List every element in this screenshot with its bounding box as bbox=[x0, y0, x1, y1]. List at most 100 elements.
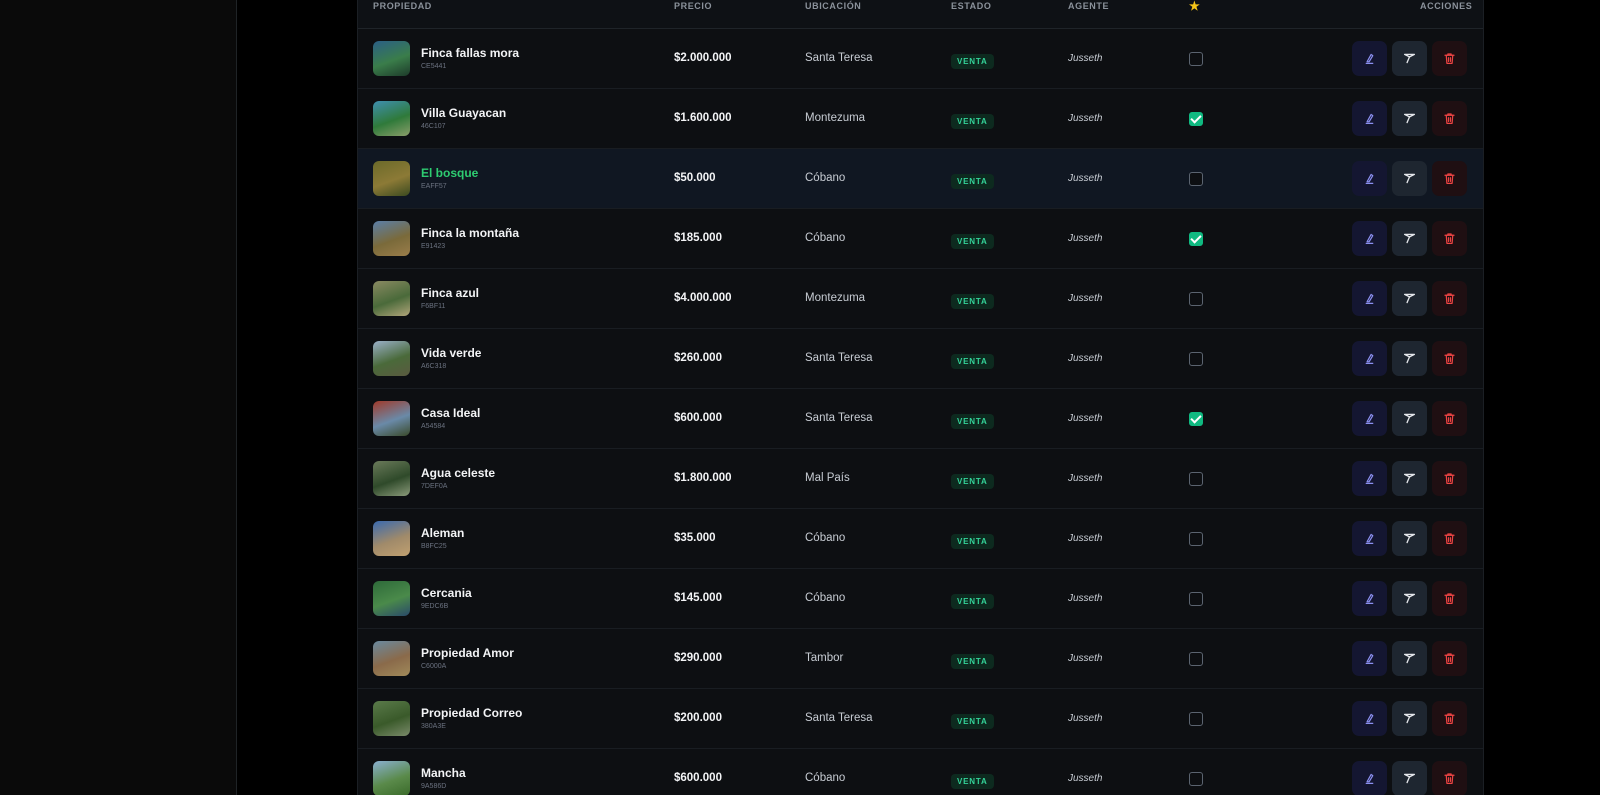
edit-button[interactable] bbox=[1352, 581, 1387, 616]
delete-button[interactable] bbox=[1432, 41, 1467, 76]
property-name[interactable]: Finca fallas mora bbox=[421, 46, 519, 60]
delete-button[interactable] bbox=[1432, 401, 1467, 436]
header-property[interactable]: PROPIEDAD bbox=[373, 0, 432, 12]
property-name[interactable]: Finca azul bbox=[421, 286, 479, 300]
featured-checkbox[interactable] bbox=[1189, 592, 1203, 606]
property-thumbnail[interactable] bbox=[373, 101, 410, 136]
table-row[interactable]: Propiedad Correo 380A3E $200.000 Santa T… bbox=[358, 689, 1483, 749]
featured-checkbox[interactable] bbox=[1189, 472, 1203, 486]
property-thumbnail[interactable] bbox=[373, 401, 410, 436]
edit-button[interactable] bbox=[1352, 341, 1387, 376]
delete-button[interactable] bbox=[1432, 761, 1467, 795]
property-thumbnail[interactable] bbox=[373, 701, 410, 736]
header-actions: ACCIONES bbox=[1420, 1, 1473, 11]
send-button[interactable] bbox=[1392, 761, 1427, 795]
featured-checkbox[interactable] bbox=[1189, 772, 1203, 786]
property-name[interactable]: El bosque bbox=[421, 166, 478, 180]
delete-button[interactable] bbox=[1432, 101, 1467, 136]
send-icon bbox=[1403, 652, 1416, 665]
send-button[interactable] bbox=[1392, 281, 1427, 316]
table-row[interactable]: Villa Guayacan 46C107 $1.600.000 Montezu… bbox=[358, 89, 1483, 149]
send-button[interactable] bbox=[1392, 101, 1427, 136]
delete-button[interactable] bbox=[1432, 581, 1467, 616]
edit-button[interactable] bbox=[1352, 641, 1387, 676]
agent-name: Jusseth bbox=[1068, 593, 1103, 604]
edit-button[interactable] bbox=[1352, 281, 1387, 316]
property-name[interactable]: Agua celeste bbox=[421, 466, 495, 480]
header-status[interactable]: ESTADO bbox=[951, 0, 991, 12]
table-row[interactable]: Vida verde A6C318 $260.000 Santa Teresa … bbox=[358, 329, 1483, 389]
property-name[interactable]: Villa Guayacan bbox=[421, 106, 506, 120]
property-thumbnail[interactable] bbox=[373, 161, 410, 196]
send-button[interactable] bbox=[1392, 581, 1427, 616]
delete-button[interactable] bbox=[1432, 281, 1467, 316]
featured-checkbox[interactable] bbox=[1189, 652, 1203, 666]
property-name[interactable]: Cercania bbox=[421, 586, 472, 600]
featured-checkbox[interactable] bbox=[1189, 712, 1203, 726]
delete-button[interactable] bbox=[1432, 341, 1467, 376]
send-button[interactable] bbox=[1392, 341, 1427, 376]
table-row[interactable]: Aleman B8FC25 $35.000 Cóbano VENTA Jusse… bbox=[358, 509, 1483, 569]
table-row[interactable]: Finca fallas mora CE5441 $2.000.000 Sant… bbox=[358, 29, 1483, 89]
property-name[interactable]: Finca la montaña bbox=[421, 226, 519, 240]
property-thumbnail[interactable] bbox=[373, 41, 410, 76]
send-button[interactable] bbox=[1392, 41, 1427, 76]
delete-button[interactable] bbox=[1432, 641, 1467, 676]
featured-checkbox[interactable] bbox=[1189, 412, 1203, 426]
header-agent[interactable]: AGENTE bbox=[1068, 0, 1109, 12]
send-button[interactable] bbox=[1392, 461, 1427, 496]
property-thumbnail[interactable] bbox=[373, 761, 410, 795]
delete-button[interactable] bbox=[1432, 701, 1467, 736]
property-name[interactable]: Propiedad Correo bbox=[421, 706, 522, 720]
table-row[interactable]: Agua celeste 7DEF0A $1.800.000 Mal País … bbox=[358, 449, 1483, 509]
property-name[interactable]: Mancha bbox=[421, 766, 466, 780]
header-featured-star-icon[interactable]: ★ bbox=[1189, 0, 1200, 12]
table-row[interactable]: El bosque EAFF57 $50.000 Cóbano VENTA Ju… bbox=[358, 149, 1483, 209]
delete-button[interactable] bbox=[1432, 521, 1467, 556]
edit-button[interactable] bbox=[1352, 161, 1387, 196]
delete-button[interactable] bbox=[1432, 461, 1467, 496]
property-thumbnail[interactable] bbox=[373, 641, 410, 676]
edit-button[interactable] bbox=[1352, 221, 1387, 256]
featured-checkbox[interactable] bbox=[1189, 232, 1203, 246]
property-thumbnail[interactable] bbox=[373, 281, 410, 316]
featured-checkbox[interactable] bbox=[1189, 292, 1203, 306]
property-name[interactable]: Vida verde bbox=[421, 346, 481, 360]
property-name[interactable]: Propiedad Amor bbox=[421, 646, 514, 660]
featured-checkbox[interactable] bbox=[1189, 352, 1203, 366]
property-thumbnail[interactable] bbox=[373, 221, 410, 256]
featured-checkbox[interactable] bbox=[1189, 112, 1203, 126]
featured-checkbox[interactable] bbox=[1189, 532, 1203, 546]
table-row[interactable]: Finca la montaña E91423 $185.000 Cóbano … bbox=[358, 209, 1483, 269]
property-thumbnail[interactable] bbox=[373, 461, 410, 496]
featured-checkbox[interactable] bbox=[1189, 172, 1203, 186]
edit-button[interactable] bbox=[1352, 761, 1387, 795]
edit-button[interactable] bbox=[1352, 401, 1387, 436]
table-row[interactable]: Cercania 9EDC6B $145.000 Cóbano VENTA Ju… bbox=[358, 569, 1483, 629]
edit-button[interactable] bbox=[1352, 701, 1387, 736]
send-button[interactable] bbox=[1392, 701, 1427, 736]
send-button[interactable] bbox=[1392, 521, 1427, 556]
delete-button[interactable] bbox=[1432, 221, 1467, 256]
table-row[interactable]: Mancha 9A586D $600.000 Cóbano VENTA Juss… bbox=[358, 749, 1483, 795]
delete-button[interactable] bbox=[1432, 161, 1467, 196]
send-button[interactable] bbox=[1392, 641, 1427, 676]
property-thumbnail[interactable] bbox=[373, 341, 410, 376]
property-thumbnail[interactable] bbox=[373, 581, 410, 616]
featured-checkbox[interactable] bbox=[1189, 52, 1203, 66]
table-row[interactable]: Finca azul F6BF11 $4.000.000 Montezuma V… bbox=[358, 269, 1483, 329]
send-button[interactable] bbox=[1392, 221, 1427, 256]
edit-button[interactable] bbox=[1352, 41, 1387, 76]
table-row[interactable]: Casa Ideal A54584 $600.000 Santa Teresa … bbox=[358, 389, 1483, 449]
table-row[interactable]: Propiedad Amor C6000A $290.000 Tambor VE… bbox=[358, 629, 1483, 689]
header-location[interactable]: UBICACIÓN bbox=[805, 0, 861, 12]
send-button[interactable] bbox=[1392, 161, 1427, 196]
edit-button[interactable] bbox=[1352, 461, 1387, 496]
property-thumbnail[interactable] bbox=[373, 521, 410, 556]
property-name[interactable]: Aleman bbox=[421, 526, 464, 540]
edit-button[interactable] bbox=[1352, 101, 1387, 136]
header-price[interactable]: PRECIO bbox=[674, 0, 712, 12]
edit-button[interactable] bbox=[1352, 521, 1387, 556]
send-button[interactable] bbox=[1392, 401, 1427, 436]
property-name[interactable]: Casa Ideal bbox=[421, 406, 480, 420]
